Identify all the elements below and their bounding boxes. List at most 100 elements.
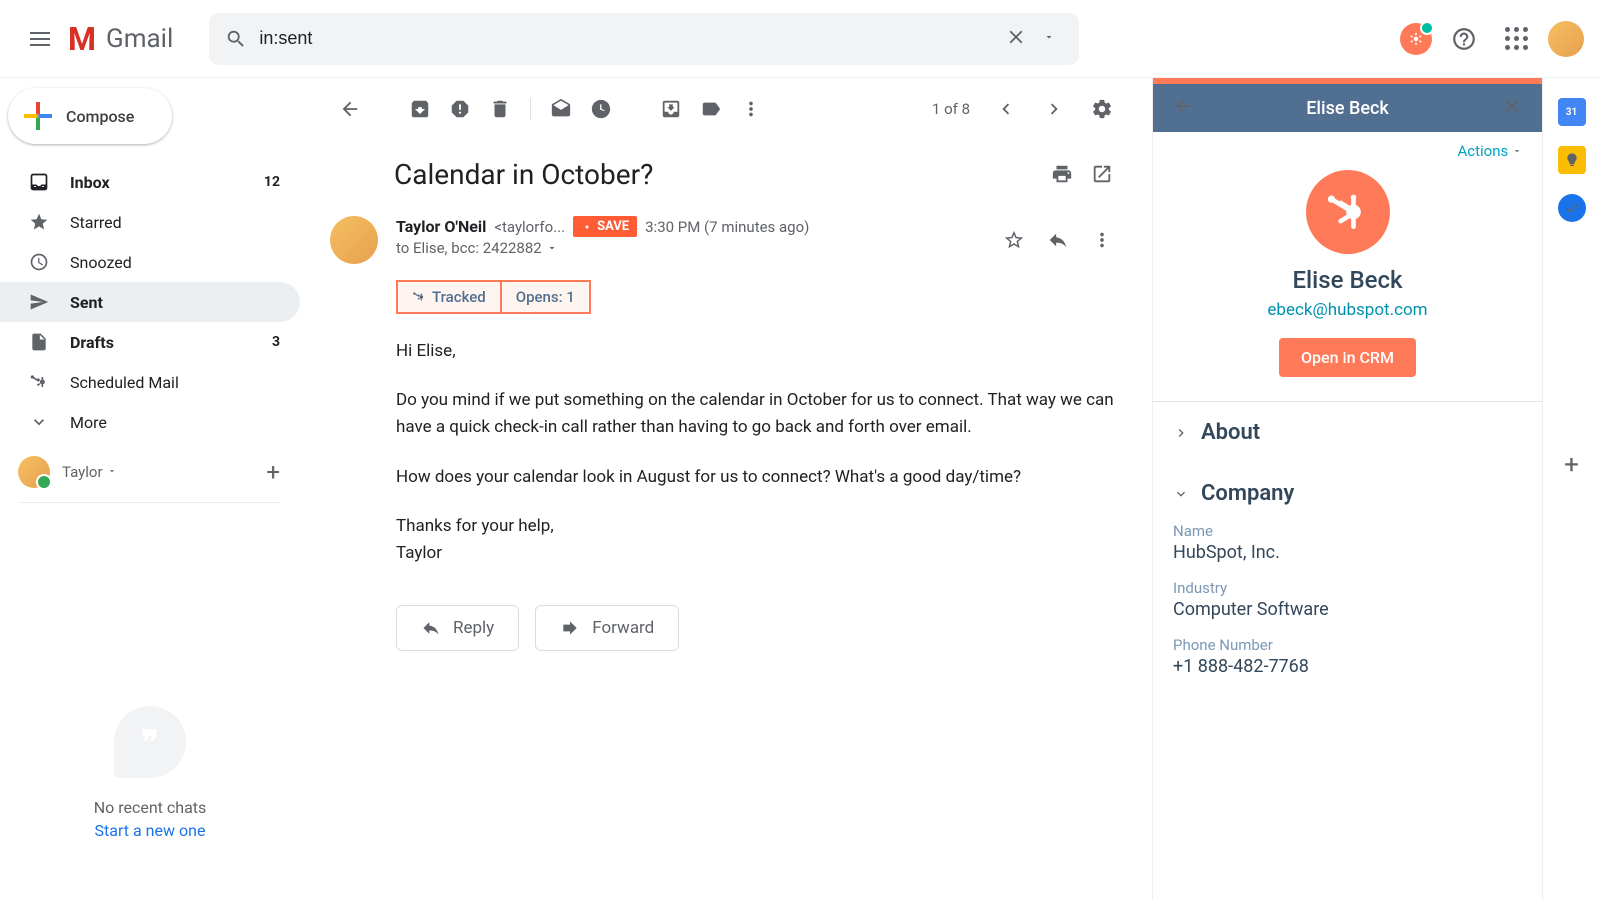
user-avatar[interactable] — [18, 456, 50, 488]
support-button[interactable] — [1444, 19, 1484, 59]
keep-addon-button[interactable] — [1558, 146, 1586, 174]
about-section-toggle[interactable]: About — [1173, 420, 1522, 445]
user-dropdown-button[interactable] — [107, 464, 117, 480]
add-addon-button[interactable]: + — [1564, 450, 1579, 480]
sprocket-icon — [1326, 190, 1370, 234]
sender-row: Taylor O'Neil <taylorfo... SAVE 3:30 PM … — [308, 208, 1144, 272]
message-more-button[interactable] — [1082, 220, 1122, 260]
more-actions-button[interactable] — [731, 89, 771, 129]
search-icon — [225, 28, 247, 50]
compose-label: Compose — [66, 107, 134, 126]
hubspot-extension-button[interactable] — [1400, 23, 1432, 55]
delete-button[interactable] — [480, 89, 520, 129]
reply-button[interactable]: Reply — [396, 605, 519, 651]
next-button[interactable] — [1034, 89, 1074, 129]
contact-name: Elise Beck — [1292, 266, 1402, 294]
addons-rail: 31 + — [1542, 78, 1600, 900]
search-clear-button[interactable] — [997, 18, 1035, 60]
sidebar-item-snoozed[interactable]: Snoozed — [0, 242, 300, 282]
hubspot-panel-header: Elise Beck — [1153, 84, 1542, 132]
hubspot-back-button[interactable] — [1169, 92, 1197, 124]
tasks-addon-button[interactable] — [1558, 194, 1586, 222]
prev-button[interactable] — [986, 89, 1026, 129]
email-subject-row: Calendar in October? — [308, 140, 1144, 208]
main-area: 1 of 8 Calendar in October? Taylor O'Nei… — [300, 78, 1600, 900]
calendar-addon-button[interactable]: 31 — [1558, 98, 1586, 126]
sprocket-icon — [28, 372, 50, 392]
body-paragraph: How does your calendar look in August fo… — [396, 464, 1122, 491]
caret-down-icon — [1512, 146, 1522, 156]
account-avatar[interactable] — [1548, 21, 1584, 57]
search-options-button[interactable] — [1035, 23, 1063, 55]
snooze-button[interactable] — [581, 89, 621, 129]
sidebar-item-inbox[interactable]: Inbox 12 — [0, 162, 300, 202]
sidebar-item-more[interactable]: More — [0, 402, 300, 442]
body-paragraph: Hi Elise, — [396, 338, 1122, 365]
main-menu-button[interactable] — [16, 15, 64, 63]
gmail-logo[interactable]: Gmail — [68, 20, 173, 58]
email-body: Hi Elise, Do you mind if we put somethin… — [308, 314, 1144, 591]
star-outline-icon — [1003, 229, 1025, 251]
compose-button[interactable]: Compose — [8, 88, 172, 144]
more-vert-icon — [740, 98, 762, 120]
plus-icon — [22, 100, 54, 132]
clock-icon — [28, 252, 50, 272]
keep-icon — [1564, 152, 1580, 168]
sidebar-item-scheduled[interactable]: Scheduled Mail — [0, 362, 300, 402]
header-actions — [1360, 19, 1584, 59]
label-icon — [700, 98, 722, 120]
timestamp: 3:30 PM (7 minutes ago) — [645, 218, 809, 236]
hubspot-close-button[interactable] — [1498, 92, 1526, 124]
start-chat-link[interactable]: Start a new one — [95, 821, 206, 840]
inbox-icon — [28, 172, 50, 192]
reply-forward-row: Reply Forward — [308, 591, 1144, 665]
mark-unread-button[interactable] — [541, 89, 581, 129]
search-input[interactable] — [247, 28, 997, 49]
hubspot-save-badge[interactable]: SAVE — [573, 216, 637, 237]
sidebar-item-sent[interactable]: Sent — [0, 282, 300, 322]
back-button[interactable] — [330, 89, 370, 129]
print-button[interactable] — [1042, 154, 1082, 194]
tasks-icon — [1564, 200, 1580, 216]
more-vert-icon — [1091, 229, 1113, 251]
move-to-button[interactable] — [651, 89, 691, 129]
phone-field: Phone Number +1 888-482-7768 — [1173, 636, 1522, 677]
contact-email[interactable]: ebeck@hubspot.com — [1267, 300, 1427, 320]
file-icon — [28, 332, 50, 352]
chevron-left-icon — [995, 98, 1017, 120]
reply-icon — [421, 618, 441, 638]
chevron-right-icon — [1173, 425, 1189, 441]
hubspot-actions-dropdown[interactable]: Actions — [1457, 142, 1522, 160]
product-name: Gmail — [106, 24, 173, 54]
open-new-window-button[interactable] — [1082, 154, 1122, 194]
company-name-field: Name HubSpot, Inc. — [1173, 522, 1522, 563]
hangouts-panel: ❞ No recent chats Start a new one — [0, 503, 300, 900]
no-chats-text: No recent chats — [94, 798, 207, 817]
help-icon — [1451, 26, 1477, 52]
industry-field: Industry Computer Software — [1173, 579, 1522, 620]
arrow-left-icon — [339, 98, 361, 120]
email-subject: Calendar in October? — [394, 158, 1042, 191]
tracking-badge[interactable]: Tracked Opens: 1 — [396, 280, 591, 314]
settings-button[interactable] — [1082, 89, 1122, 129]
labels-button[interactable] — [691, 89, 731, 129]
chevron-down-icon — [28, 412, 50, 432]
spam-button[interactable] — [440, 89, 480, 129]
close-icon — [1502, 96, 1522, 116]
company-section: Company Name HubSpot, Inc. Industry Comp… — [1153, 463, 1542, 695]
open-in-crm-button[interactable]: Open in CRM — [1279, 338, 1416, 377]
google-apps-button[interactable] — [1496, 19, 1536, 59]
recipients-line[interactable]: to Elise, bcc: 2422882 — [396, 239, 994, 257]
reply-icon-button[interactable] — [1038, 220, 1078, 260]
clock-icon — [590, 98, 612, 120]
company-section-toggle[interactable]: Company — [1173, 481, 1522, 506]
star-button[interactable] — [994, 220, 1034, 260]
search-bar[interactable] — [209, 13, 1079, 65]
archive-button[interactable] — [400, 89, 440, 129]
sender-avatar[interactable] — [330, 216, 378, 264]
sidebar-item-starred[interactable]: Starred — [0, 202, 300, 242]
new-chat-button[interactable]: + — [266, 458, 280, 486]
sidebar-item-drafts[interactable]: Drafts 3 — [0, 322, 300, 362]
forward-button[interactable]: Forward — [535, 605, 679, 651]
contact-avatar — [1306, 170, 1390, 254]
